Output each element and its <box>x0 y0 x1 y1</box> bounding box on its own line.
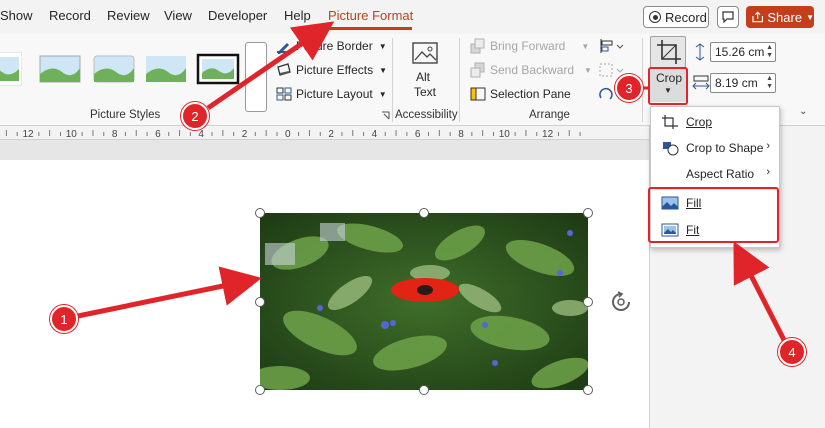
annotation-arrows <box>77 21 787 342</box>
annotation-badge-1: 1 <box>50 305 78 333</box>
annotation-badge-4: 4 <box>778 338 806 366</box>
powerpoint-window: Show Record Review View Developer Help P… <box>0 0 825 428</box>
annotation-badge-2: 2 <box>181 102 209 130</box>
annotation-badge-3: 3 <box>615 74 643 102</box>
